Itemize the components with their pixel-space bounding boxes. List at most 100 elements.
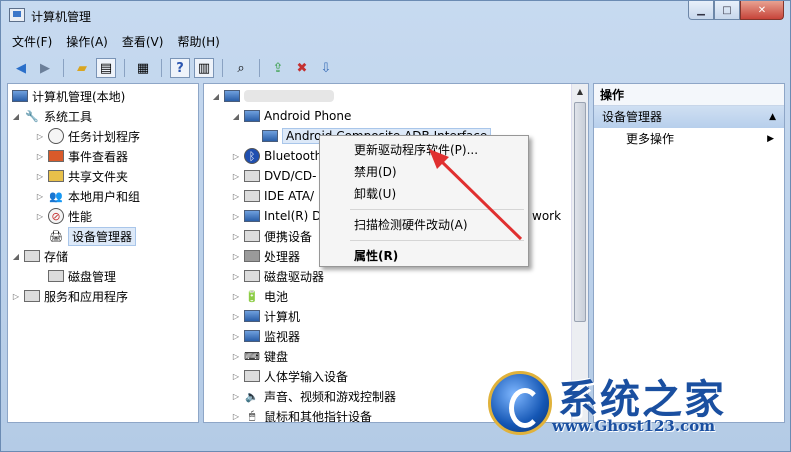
expand-icon[interactable]: ▷ [230, 232, 242, 241]
scan-hardware-icon[interactable]: ⌕ [231, 58, 251, 78]
collapse-up-icon[interactable]: ▲ [769, 106, 776, 128]
collapse-icon[interactable]: ◢ [230, 112, 242, 121]
expand-icon[interactable]: ▷ [10, 292, 22, 301]
back-icon[interactable]: ◀ [11, 58, 31, 78]
menu-file[interactable]: 文件(F) [5, 31, 59, 53]
bluetooth-icon: ᛒ [244, 148, 260, 164]
tree-item-portable[interactable]: ▷ 便携设备 [230, 226, 312, 246]
tree-item-disk-management[interactable]: 磁盘管理 [46, 266, 116, 286]
update-driver-icon[interactable]: ⇪ [268, 58, 288, 78]
menu-update-driver[interactable]: 更新驱动程序软件(P)... [322, 139, 526, 161]
tree-item-keyboards[interactable]: ▷ ⌨ 键盘 [230, 346, 288, 366]
expand-icon[interactable]: ▷ [230, 332, 242, 341]
properties-icon[interactable]: ▦ [133, 58, 153, 78]
more-actions-item[interactable]: 更多操作 ▶ [594, 128, 784, 150]
actions-header: 操作 [594, 84, 784, 106]
speaker-icon: 🔈 [245, 389, 259, 403]
tree-item-android-phone[interactable]: ◢ Android Phone [230, 106, 351, 126]
tree-item-dvd[interactable]: ▷ DVD/CD- [230, 166, 317, 186]
tree-item-hid[interactable]: ▷ 人体学输入设备 [230, 366, 348, 386]
help-icon[interactable]: ? [170, 58, 190, 78]
toolbar-separator [161, 59, 162, 77]
scroll-up-icon[interactable]: ▲ [572, 84, 588, 100]
tree-item-processor[interactable]: ▷ 处理器 [230, 246, 300, 266]
maximize-button[interactable]: □ [714, 1, 740, 20]
menu-uninstall[interactable]: 卸载(U) [322, 183, 526, 205]
tree-item-local-users[interactable]: ▷ 👥 本地用户和组 [34, 186, 140, 206]
battery-icon: 🔋 [245, 289, 259, 303]
tree-item-monitors[interactable]: ▷ 监视器 [230, 326, 300, 346]
portable-device-icon [244, 230, 260, 242]
uninstall-device-icon[interactable]: ⇩ [316, 58, 336, 78]
menu-help[interactable]: 帮助(H) [170, 31, 226, 53]
toolbar-separator [63, 59, 64, 77]
tree-item-task-scheduler[interactable]: ▷ 任务计划程序 [34, 126, 140, 146]
expand-icon[interactable]: ▷ [230, 312, 242, 321]
expand-icon[interactable]: ▷ [230, 272, 242, 281]
expand-icon[interactable]: ▷ [230, 152, 242, 161]
tree-item-event-viewer[interactable]: ▷ 事件查看器 [34, 146, 128, 166]
expand-icon[interactable]: ▷ [230, 252, 242, 261]
tree-label: Bluetooth [264, 149, 323, 163]
expand-icon[interactable]: ▷ [34, 152, 46, 161]
actions-section-device-manager[interactable]: 设备管理器 ▲ [594, 106, 784, 128]
expand-icon[interactable]: ▷ [230, 372, 242, 381]
tree-label: 便携设备 [264, 229, 313, 244]
title-bar[interactable]: 计算机管理 ▁ □ ✕ [1, 1, 790, 31]
expand-icon[interactable]: ▷ [230, 412, 242, 421]
expand-icon[interactable]: ▷ [34, 172, 46, 181]
disk-icon [48, 270, 64, 282]
forward-icon[interactable]: ▶ [35, 58, 55, 78]
tree-label: 本地用户和组 [68, 189, 141, 204]
tree-item-bluetooth[interactable]: ▷ ᛒ Bluetooth [230, 146, 322, 166]
collapse-icon[interactable]: ◢ [10, 112, 22, 121]
collapse-icon[interactable]: ◢ [210, 92, 222, 101]
show-hide-tree-icon[interactable]: ▤ [96, 58, 116, 78]
scrollbar-thumb[interactable] [574, 102, 586, 322]
tree-item-system-tools[interactable]: ◢ 🔧 系统工具 [10, 106, 92, 126]
tree-item-services-apps[interactable]: ▷ 服务和应用程序 [10, 286, 128, 306]
disable-device-icon[interactable]: ✖ [292, 58, 312, 78]
console-tree[interactable]: 计算机管理(本地) ◢ 🔧 系统工具 ▷ 任务计划程序 ▷ 事件查看器 ▷ 共享… [7, 83, 199, 423]
tree-label: 计算机 [264, 309, 301, 324]
expand-icon[interactable]: ▷ [230, 352, 242, 361]
tree-item-intel[interactable]: ▷ Intel(R) D [230, 206, 321, 226]
tree-item-shared-folders[interactable]: ▷ 共享文件夹 [34, 166, 128, 186]
expand-icon[interactable]: ▷ [230, 192, 242, 201]
toolbar-separator [222, 59, 223, 77]
tree-item-performance[interactable]: ▷ ⊘ 性能 [34, 206, 92, 226]
tree-label: 性能 [68, 209, 93, 224]
expand-icon[interactable]: ▷ [34, 212, 46, 221]
menu-view[interactable]: 查看(V) [115, 31, 171, 53]
tree-item-storage[interactable]: ◢ 存储 [10, 246, 68, 266]
tree-item-disk-drives[interactable]: ▷ 磁盘驱动器 [230, 266, 324, 286]
tree-label: 监视器 [264, 329, 301, 344]
computer-icon [224, 90, 240, 102]
expand-icon[interactable]: ▷ [34, 132, 46, 141]
minimize-button[interactable]: ▁ [688, 1, 714, 20]
menu-properties[interactable]: 属性(R) [322, 245, 526, 267]
menu-disable[interactable]: 禁用(D) [322, 161, 526, 183]
expand-icon[interactable]: ▷ [230, 292, 242, 301]
tree-item-computer-root[interactable]: ◢ [210, 86, 334, 106]
window-title: 计算机管理 [31, 10, 92, 24]
tree-item-computer[interactable]: ▷ 计算机 [230, 306, 300, 326]
menu-scan-hardware[interactable]: 扫描检测硬件改动(A) [322, 214, 526, 236]
tree-item-device-manager[interactable]: 🖨 设备管理器 [46, 226, 137, 246]
action-pane-icon[interactable]: ▥ [194, 58, 214, 78]
tree-item-root[interactable]: 计算机管理(本地) [10, 86, 125, 106]
performance-icon: ⊘ [48, 208, 64, 224]
tree-item-ide[interactable]: ▷ IDE ATA/ [230, 186, 314, 206]
tree-item-sound[interactable]: ▷ 🔈 声音、视频和游戏控制器 [230, 386, 396, 406]
expand-icon[interactable]: ▷ [34, 192, 46, 201]
tree-item-battery[interactable]: ▷ 🔋 电池 [230, 286, 288, 306]
expand-icon[interactable]: ▷ [230, 392, 242, 401]
collapse-icon[interactable]: ◢ [10, 252, 22, 261]
up-folder-icon[interactable]: ▰ [72, 58, 92, 78]
close-button[interactable]: ✕ [740, 1, 784, 20]
expand-icon[interactable]: ▷ [230, 172, 242, 181]
expand-icon[interactable]: ▷ [230, 212, 242, 221]
tree-item-mice[interactable]: ▷ 🖱 鼠标和其他指针设备 [230, 406, 372, 422]
menu-action[interactable]: 操作(A) [59, 31, 115, 53]
tree-label: 人体学输入设备 [264, 369, 349, 384]
